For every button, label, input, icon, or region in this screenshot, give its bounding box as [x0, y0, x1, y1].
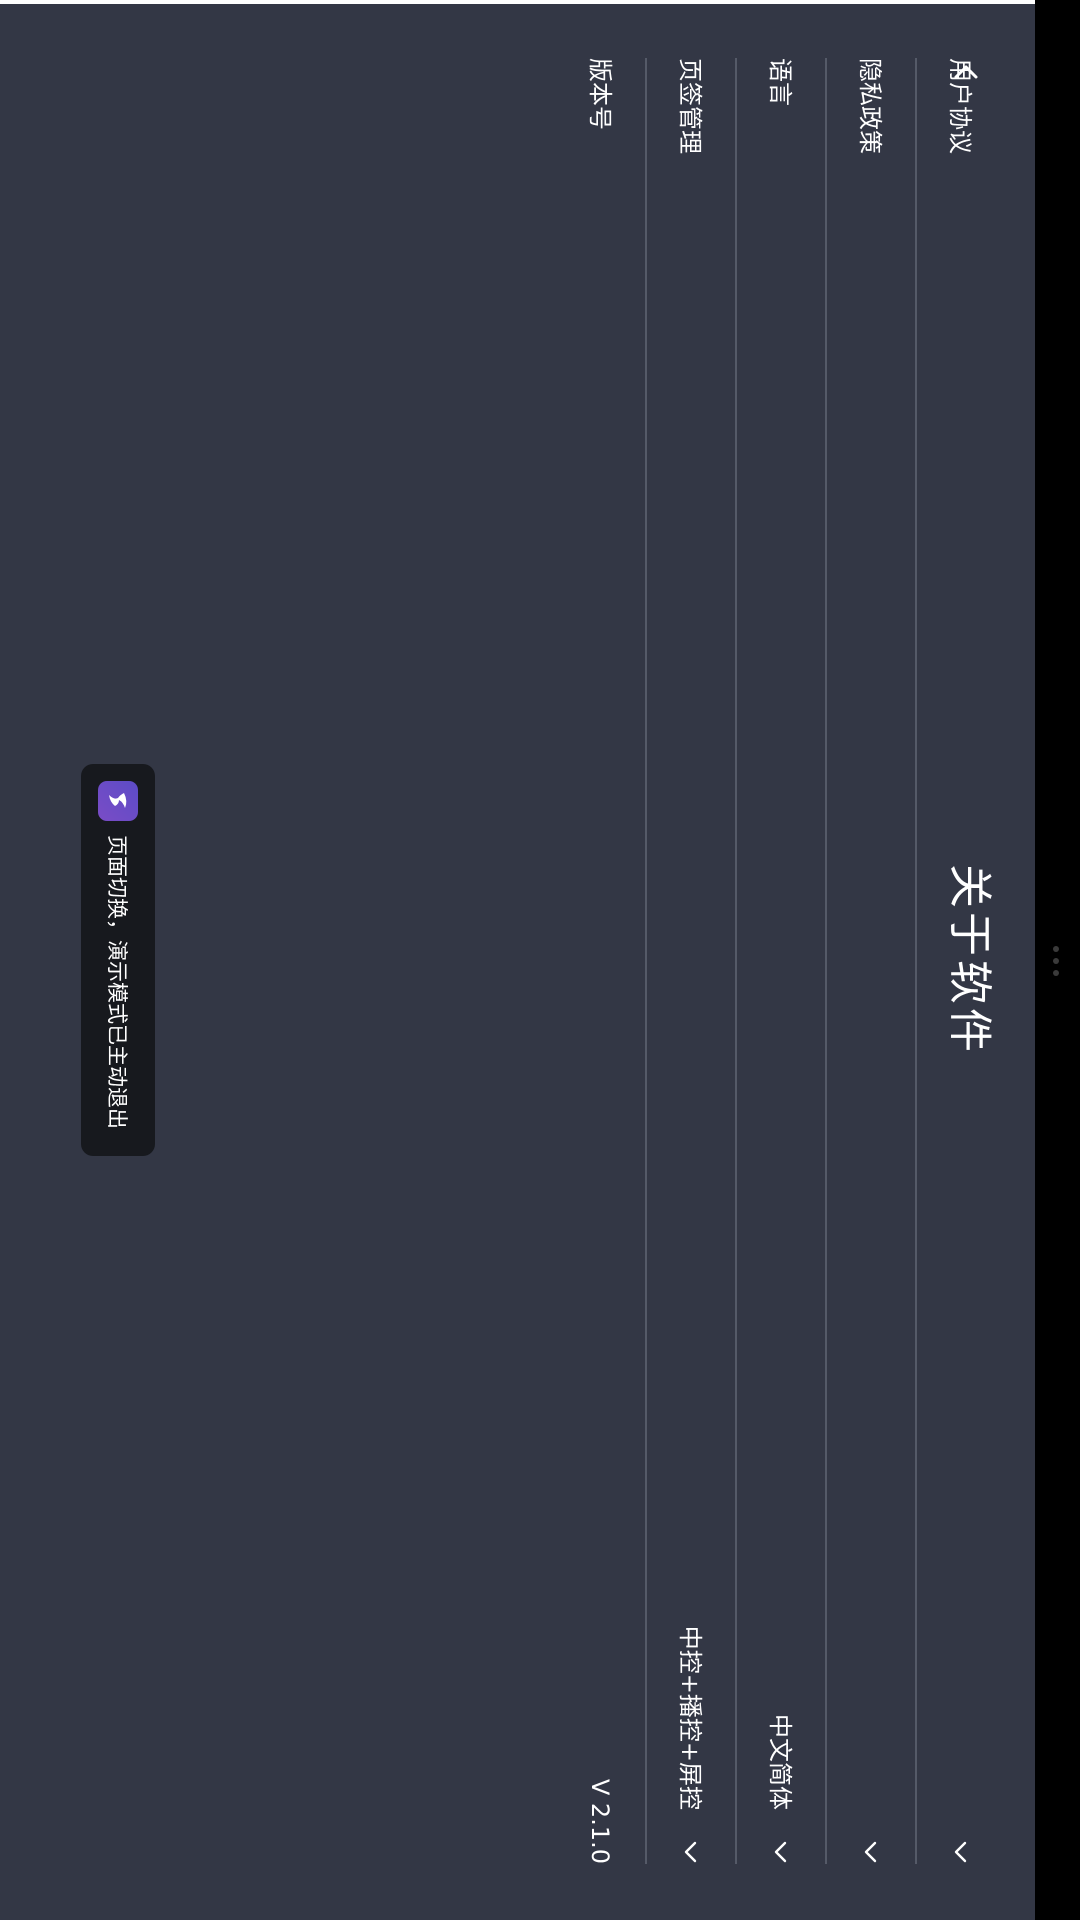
setting-label: 用户协议 — [946, 58, 974, 154]
setting-row-language[interactable]: 语言 中文简体 — [735, 58, 825, 1864]
status-strip — [0, 0, 1035, 4]
toast-message: 页面切换，演示模式已主动退出 — [105, 835, 129, 1129]
chevron-down-icon — [768, 1840, 792, 1864]
language-value: 中文简体 — [766, 1714, 794, 1810]
setting-label: 语言 — [766, 58, 794, 106]
setting-row-privacy-policy[interactable]: 隐私政策 — [825, 58, 915, 1864]
setting-row-tab-management[interactable]: 页签管理 中控+播控+屏控 — [645, 58, 735, 1864]
setting-row-version: 版本号 V 2.1.0 — [555, 58, 645, 1864]
settings-page: 关于软件 用户协议 隐私政策 语言 中文简体 页签管理 中控+播控+屏控 版本号… — [0, 0, 1035, 1920]
version-value: V 2.1.0 — [586, 1778, 614, 1864]
chevron-down-icon — [678, 1840, 702, 1864]
chevron-down-icon — [858, 1840, 882, 1864]
app-screen: 关于软件 用户协议 隐私政策 语言 中文简体 页签管理 中控+播控+屏控 版本号… — [0, 0, 1035, 1920]
toast-notification: 页面切换，演示模式已主动退出 — [81, 764, 155, 1156]
rail-dot — [1053, 970, 1059, 976]
app-logo-icon — [98, 781, 138, 821]
tab-management-value: 中控+播控+屏控 — [676, 1625, 704, 1810]
rail-dot — [1053, 958, 1059, 964]
rail-dot — [1053, 946, 1059, 952]
setting-label: 页签管理 — [676, 58, 704, 154]
setting-label: 版本号 — [586, 58, 614, 130]
setting-label: 隐私政策 — [856, 58, 884, 154]
setting-row-user-agreement[interactable]: 用户协议 — [915, 58, 1005, 1864]
chevron-down-icon — [948, 1840, 972, 1864]
